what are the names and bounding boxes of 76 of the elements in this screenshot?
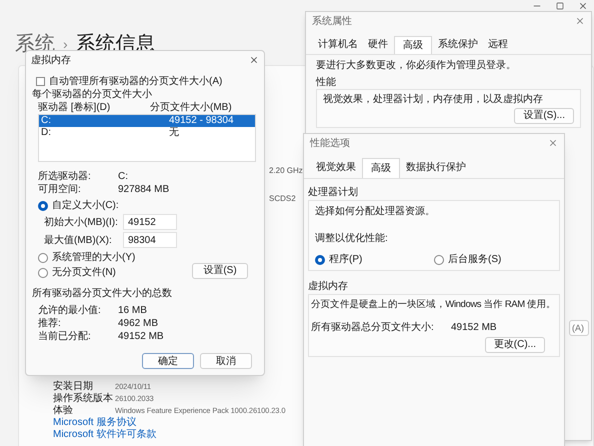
total-label: 当前已分配: [38, 330, 92, 343]
group-heading: 虚拟内存 [308, 280, 349, 294]
tab[interactable]: 系统保护 [434, 36, 482, 54]
info-label: 操作系统版本 [53, 393, 114, 405]
dialog-button[interactable]: 确定 [142, 353, 194, 369]
group-description: 视觉效果，处理器计划，内存使用，以及虚拟内存 [323, 93, 544, 106]
field-label: 可用空间: [38, 183, 82, 196]
checkbox[interactable] [36, 77, 45, 86]
input-field[interactable]: 49152 [123, 214, 177, 230]
drive-row[interactable]: D: 无 [39, 127, 255, 139]
spec-value: SCDS2 [269, 194, 296, 204]
window-title: 系统属性 [312, 14, 352, 28]
radio-label: 自定义大小(C): [52, 199, 119, 212]
drive-row[interactable]: C: 49152 - 98304 [39, 115, 255, 127]
drive-letter: D: [41, 127, 52, 139]
drive-letter: C: [41, 115, 52, 127]
radio-button[interactable] [38, 200, 48, 210]
total-label: 推荐: [38, 317, 62, 330]
close-icon[interactable] [249, 55, 259, 65]
input-field[interactable]: 98304 [123, 232, 177, 248]
group-heading: 处理器计划 [308, 186, 359, 200]
spec-value: 2.20 GHz [269, 166, 303, 176]
group-description: 选择如何分配处理器资源。 [315, 204, 436, 219]
radio-label: 系统管理的大小(Y) [52, 251, 136, 264]
tab[interactable]: 高级 [394, 36, 432, 54]
total-value: 49152 MB [451, 321, 497, 336]
link[interactable]: Microsoft 服务协议 [53, 417, 136, 429]
field-value: C: [118, 170, 128, 183]
radio-button[interactable] [38, 252, 48, 262]
maximize-icon[interactable] [556, 2, 564, 10]
dialog-button[interactable]: 更改(C)... [484, 337, 545, 354]
radio-label: 程序(P) [329, 252, 362, 267]
total-label: 允许的最小值: [38, 304, 102, 317]
radio-button[interactable] [434, 254, 444, 264]
field-label: 最大值(MB)(X): [44, 234, 113, 246]
totals-heading: 所有驱动器分页文件大小的总数 [32, 287, 173, 300]
window-title: 虚拟内存 [31, 54, 71, 66]
total-label: 所有驱动器总分页文件大小: [311, 320, 435, 336]
group-heading: 性能 [316, 76, 337, 89]
field-label: 初始大小(MB)(I): [44, 216, 119, 228]
drive-size: 无 [169, 127, 179, 139]
checkbox-label: 自动管理所有驱动器的分页文件大小(A) [49, 75, 222, 88]
column-header: 分页文件大小(MB) [150, 101, 232, 114]
radio-button[interactable] [38, 268, 48, 278]
close-icon[interactable] [575, 16, 585, 26]
info-label: 体验 [53, 405, 74, 417]
apply-button[interactable]: (A) [569, 320, 589, 336]
dialog-button[interactable]: 取消 [200, 353, 252, 369]
window-title: 性能选项 [310, 136, 350, 150]
info-label: 安装日期 [53, 381, 94, 392]
total-value: 16 MB [118, 304, 147, 317]
tab[interactable]: 远程 [484, 36, 512, 54]
tab[interactable]: 硬件 [364, 36, 392, 54]
tab[interactable]: 视觉效果 [312, 158, 360, 178]
total-value: 49152 MB [118, 330, 164, 343]
link[interactable]: Microsoft 软件许可条款 [53, 429, 156, 441]
tab[interactable]: 数据执行保护 [402, 158, 470, 178]
radio-label: 无分页文件(N) [52, 266, 116, 279]
group-description: 分页文件是硬盘上的一块区域，Windows 当作 RAM 使用。 [311, 298, 556, 312]
dialog-button[interactable]: 设置(S)... [514, 108, 574, 124]
radio-label: 后台服务(S) [448, 252, 502, 267]
field-label: 所选驱动器: [38, 170, 92, 183]
dialog-button[interactable]: 设置(S) [192, 263, 248, 279]
radio-button[interactable] [315, 254, 325, 264]
field-value: 927884 MB [118, 183, 170, 196]
group-label: 每个驱动器的分页文件大小 [32, 88, 153, 101]
close-icon[interactable] [578, 1, 588, 11]
column-header: 驱动器 [卷标](D) [38, 101, 112, 114]
tab[interactable]: 高级 [362, 158, 400, 178]
drive-size: 49152 - 98304 [169, 115, 234, 127]
prompt-text: 调整以优化性能: [315, 232, 389, 246]
notice-text: 要进行大多数更改，你必须作为管理员登录。 [316, 59, 517, 72]
tab[interactable]: 计算机名 [314, 36, 362, 54]
breadcrumb-separator: › [63, 34, 68, 54]
close-icon[interactable] [548, 138, 558, 148]
total-value: 4962 MB [118, 317, 158, 330]
